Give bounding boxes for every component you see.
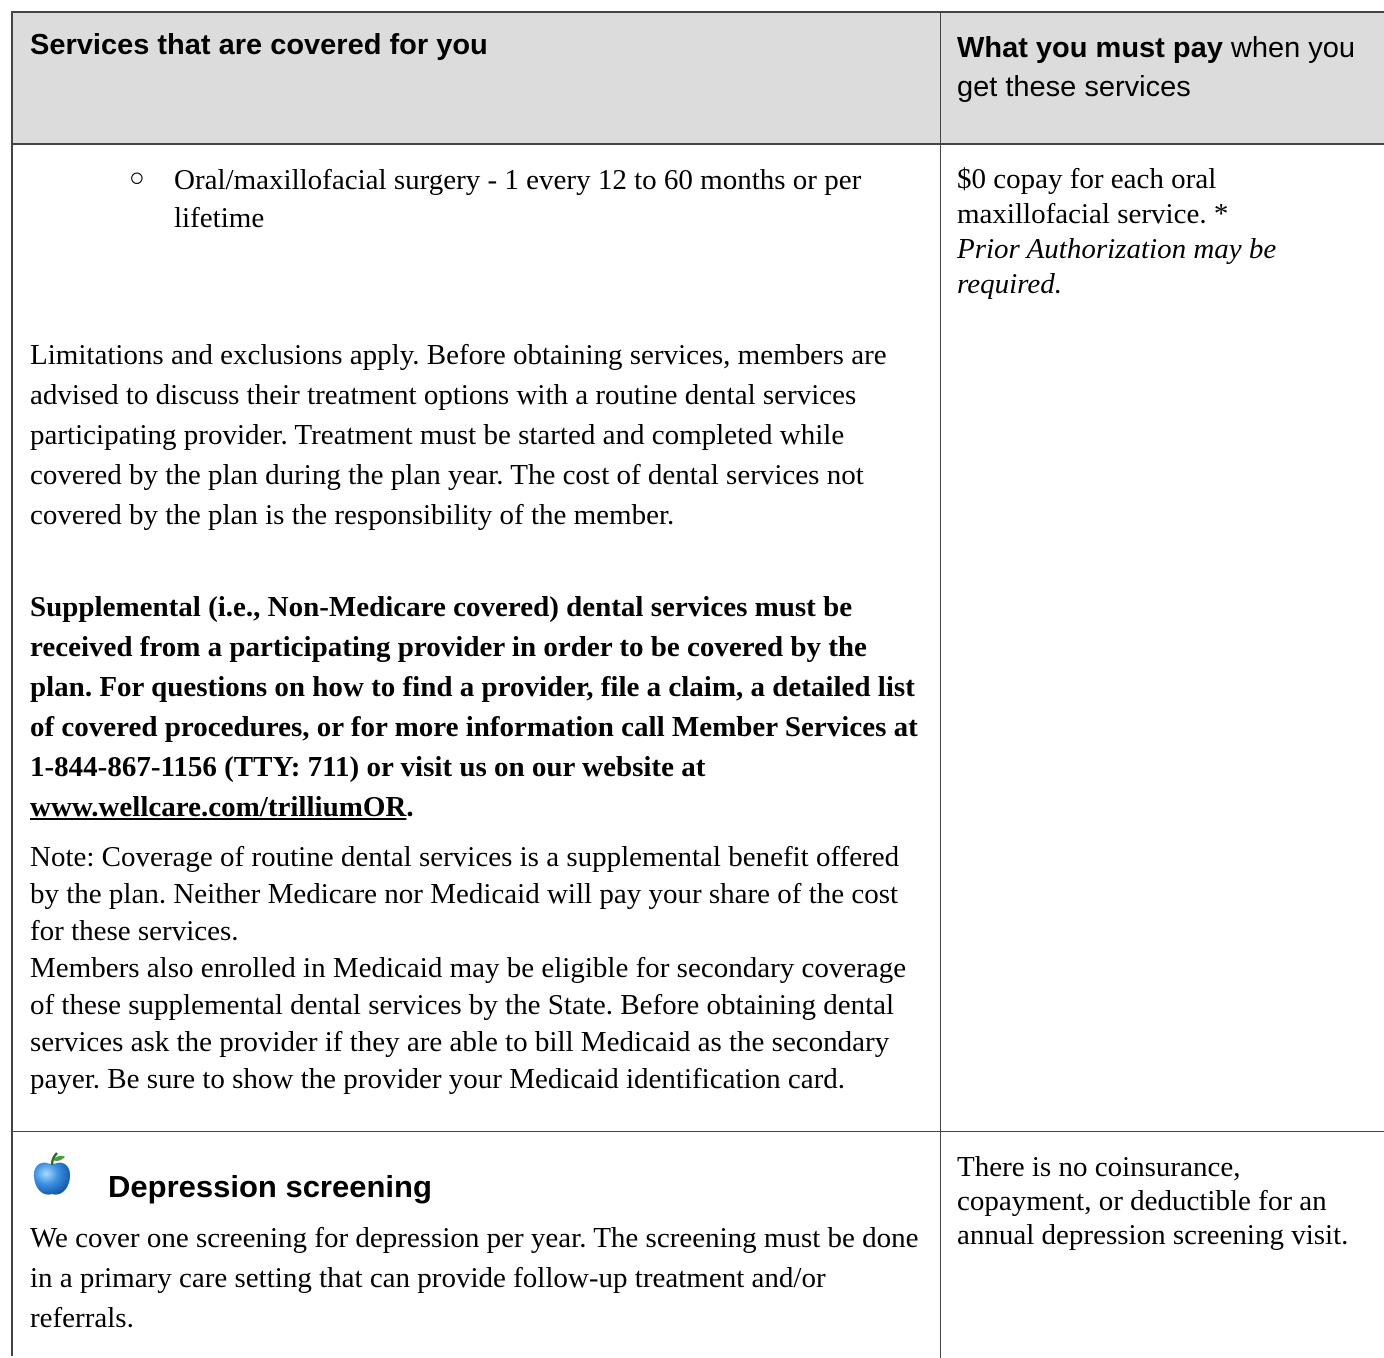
header-what-you-pay: What you must pay when you get these ser… [957, 29, 1357, 107]
depression-screening-cost: There is no coinsurance, copayment, or d… [957, 1151, 1349, 1251]
depression-screening-description: We cover one screening for depression pe… [30, 1222, 919, 1334]
note-paragraph-medicaid: Members also enrolled in Medicaid may be… [30, 952, 907, 1095]
supplemental-end: . [406, 791, 414, 823]
benefits-table: Services that are covered for you What y… [11, 11, 1384, 1358]
oral-surgery-cost: $0 copay for each oral maxillofacial ser… [957, 162, 1357, 302]
limitations-paragraph: Limitations and exclusions apply. Before… [30, 339, 887, 531]
bullet-oral-surgery: Oral/maxillofacial surgery - 1 every 12 … [174, 164, 862, 234]
apple-icon [33, 1152, 71, 1195]
supplemental-text: Supplemental (i.e., Non-Medicare covered… [30, 591, 918, 783]
note-paragraph-coverage: Note: Coverage of routine dental service… [30, 841, 900, 947]
bullet-circle-icon: ○ [129, 163, 145, 192]
header-what-you-pay-bold: What you must pay [957, 32, 1223, 64]
column-divider [940, 13, 941, 1358]
prior-authorization-note: Prior Authorization may be required. [957, 233, 1277, 300]
row-divider [13, 1131, 1384, 1132]
section-title-depression-screening: Depression screening [108, 1169, 432, 1204]
supplemental-paragraph: Supplemental (i.e., Non-Medicare covered… [30, 587, 930, 827]
table-header: Services that are covered for you What y… [13, 13, 1384, 145]
header-services-covered: Services that are covered for you [30, 29, 488, 61]
wellcare-link[interactable]: www.wellcare.com/trilliumOR [30, 791, 406, 823]
oral-surgery-cost-text: $0 copay for each oral maxillofacial ser… [957, 163, 1229, 230]
